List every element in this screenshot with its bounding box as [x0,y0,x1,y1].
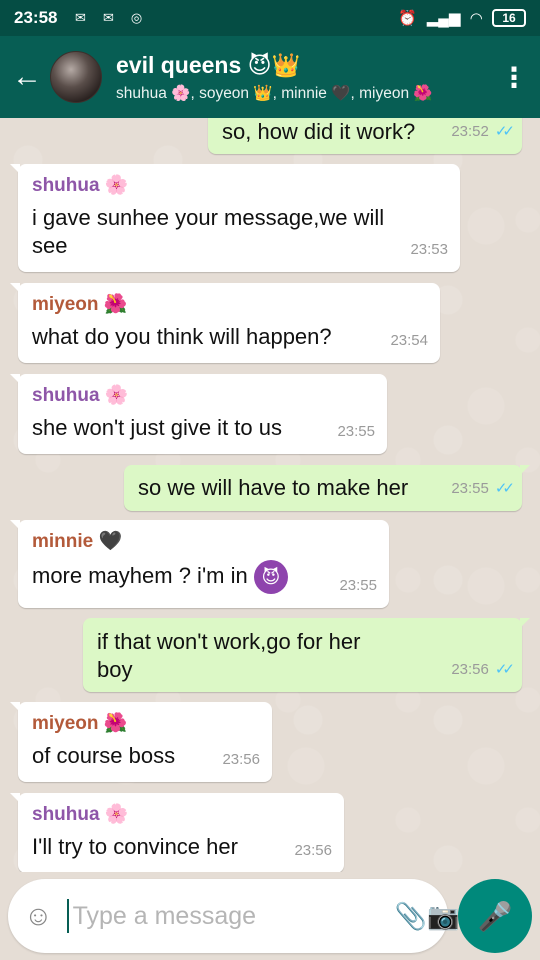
message-bubble-outgoing[interactable]: if that won't work,go for her boy 23:56 ✓… [83,618,530,692]
composer-bar: ☺ 📎 📷 🎤 [0,872,540,960]
signal-icon: ▂▄▆ [426,10,461,27]
read-ticks-icon: ✓✓ [494,480,515,497]
message-time: 23:52 [451,123,489,140]
message-sender: shuhua 🌸 [32,175,129,196]
message-list[interactable]: so, how did it work? 23:52 ✓✓ shuhua 🌸 i … [0,118,540,872]
message-time: 23:56 [222,751,260,768]
read-ticks-icon: ✓✓ [494,661,515,678]
chat-header[interactable]: ← evil queens 😈👑 shuhua 🌸, soyeon 👑, min… [0,36,540,118]
message-sender: shuhua 🌸 [32,385,129,406]
more-options-icon[interactable]: ⋮ [492,47,536,107]
message-sender: minnie 🖤 [32,531,123,552]
message-bubble-incoming[interactable]: miyeon 🌺 of course boss 23:56 [10,702,272,782]
message-sender: miyeon 🌺 [32,294,128,315]
message-text: she won't just give it to us [32,415,282,440]
attach-icon[interactable]: 📎 [395,901,427,932]
battery-indicator: 16 [492,9,526,27]
message-time: 23:56 [294,842,332,859]
message-text: i gave sunhee your message,we will see [32,205,385,258]
message-text: I'll try to convince her [32,834,238,859]
message-bubble-incoming[interactable]: miyeon 🌺 what do you think will happen? … [10,283,440,363]
message-bubble-outgoing[interactable]: so, how did it work? 23:52 ✓✓ [208,118,522,154]
message-sender: shuhua 🌸 [32,804,129,825]
message-bubble-incoming[interactable]: minnie 🖤 more mayhem ? i'm in 😈 23:55 [10,520,389,608]
mail-icon: ✉ [75,10,86,25]
message-bubble-incoming[interactable]: shuhua 🌸 she won't just give it to us 23… [10,374,387,454]
alarm-off-icon: ⏰ [398,10,417,27]
chat-info[interactable]: evil queens 😈👑 shuhua 🌸, soyeon 👑, minni… [116,52,492,103]
message-time: 23:55 [339,577,377,594]
message-bubble-incoming[interactable]: shuhua 🌸 I'll try to convince her 23:56 [10,793,344,872]
camera-icon[interactable]: 📷 [427,901,459,932]
message-composer[interactable]: ☺ 📎 📷 [8,879,459,953]
message-text: so we will have to make her [138,475,409,500]
chat-members: shuhua 🌸, soyeon 👑, minnie 🖤, miyeon 🌺 [116,84,433,102]
microphone-icon: 🎤 [477,900,513,932]
message-input[interactable] [66,899,395,933]
status-bar: 23:58 ✉ ✉ ◎ ⏰ ▂▄▆ ◠ 16 [0,0,540,36]
message-sender: miyeon 🌺 [32,713,128,734]
group-avatar[interactable] [50,51,102,103]
message-text: if that won't work,go for her boy [97,629,361,682]
message-time: 23:55 [337,423,375,440]
message-time: 23:53 [410,241,448,258]
chat-title: evil queens 😈👑 [116,51,301,78]
message-text: more mayhem ? i'm in [32,562,248,588]
message-bubble-incoming[interactable]: shuhua 🌸 i gave sunhee your message,we w… [10,164,460,272]
read-ticks-icon: ✓✓ [494,123,515,140]
message-bubble-outgoing[interactable]: so we will have to make her 23:55 ✓✓ [124,465,530,511]
message-time: 23:56 [451,661,489,678]
message-text: what do you think will happen? [32,324,332,349]
message-time: 23:54 [390,332,428,349]
back-arrow-icon[interactable]: ← [4,47,50,107]
mail-icon: ✉ [103,10,114,25]
emoji-icon[interactable]: ☺ [24,900,53,932]
mic-button[interactable]: 🎤 [458,879,532,953]
message-text: so, how did it work? [222,119,416,144]
instagram-icon: ◎ [130,10,143,25]
message-time: 23:55 [451,480,489,497]
wifi-icon: ◠ [470,10,482,27]
smiling-devil-emoji-icon: 😈 [253,560,288,594]
status-time: 23:58 [14,8,58,27]
